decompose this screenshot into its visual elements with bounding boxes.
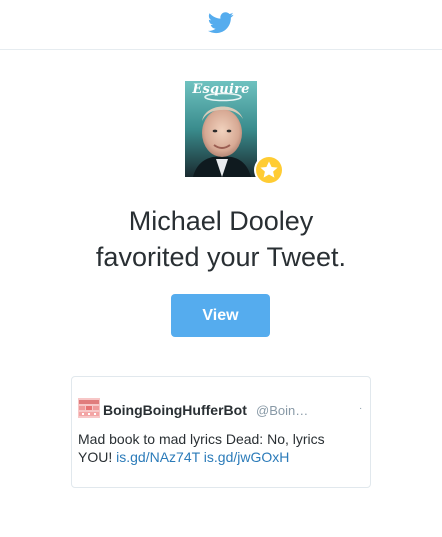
view-button[interactable]: View (171, 294, 270, 337)
header-bar (0, 0, 442, 50)
notification-email: Esquire Michael Dooley favorited your Tw… (0, 0, 442, 537)
tweet-card[interactable]: BoingBoingHufferBot @Boin… · Mad book to… (71, 376, 371, 488)
twitter-bird-icon[interactable] (208, 12, 234, 34)
action-text: favorited your Tweet. (95, 242, 347, 272)
tweet-author-name[interactable]: BoingBoingHufferBot (103, 402, 247, 418)
tweet-author-handle[interactable]: @Boin… (256, 403, 308, 418)
user-name[interactable]: Michael Dooley (0, 203, 442, 239)
tweet-text: Mad book to mad lyrics Dead: No, lyrics … (78, 430, 353, 466)
tweet-menu-dot: · (359, 403, 363, 414)
tweet-link[interactable]: is.gd/jwGOxH (204, 449, 290, 465)
notification-headline: Michael Dooley favorited your Tweet. (0, 203, 442, 275)
cover-title: Esquire (192, 82, 250, 97)
boingboing-avatar-icon[interactable] (78, 398, 100, 418)
avatar[interactable]: Esquire (185, 81, 257, 177)
user-avatar-group[interactable]: Esquire (185, 81, 284, 185)
favorite-star-icon (254, 155, 284, 185)
tweet-link[interactable]: is.gd/NAz74T (116, 449, 200, 465)
